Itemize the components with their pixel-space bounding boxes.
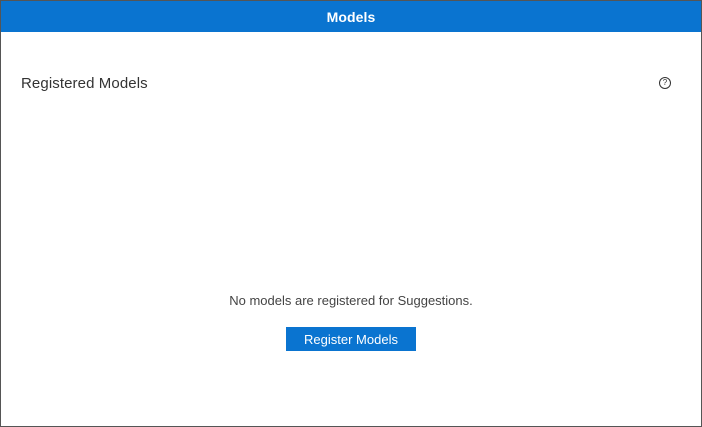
models-dialog: Models Registered Models ? No models are… — [0, 0, 702, 427]
registered-models-title: Registered Models — [21, 74, 148, 92]
registered-models-header: Registered Models ? — [21, 73, 671, 93]
dialog-title: Models — [326, 8, 376, 25]
empty-state-message: No models are registered for Suggestions… — [229, 293, 473, 308]
dialog-title-bar: Models — [1, 1, 701, 32]
register-models-button[interactable]: Register Models — [286, 327, 416, 351]
help-icon[interactable]: ? — [659, 77, 671, 89]
empty-state: No models are registered for Suggestions… — [1, 292, 701, 351]
